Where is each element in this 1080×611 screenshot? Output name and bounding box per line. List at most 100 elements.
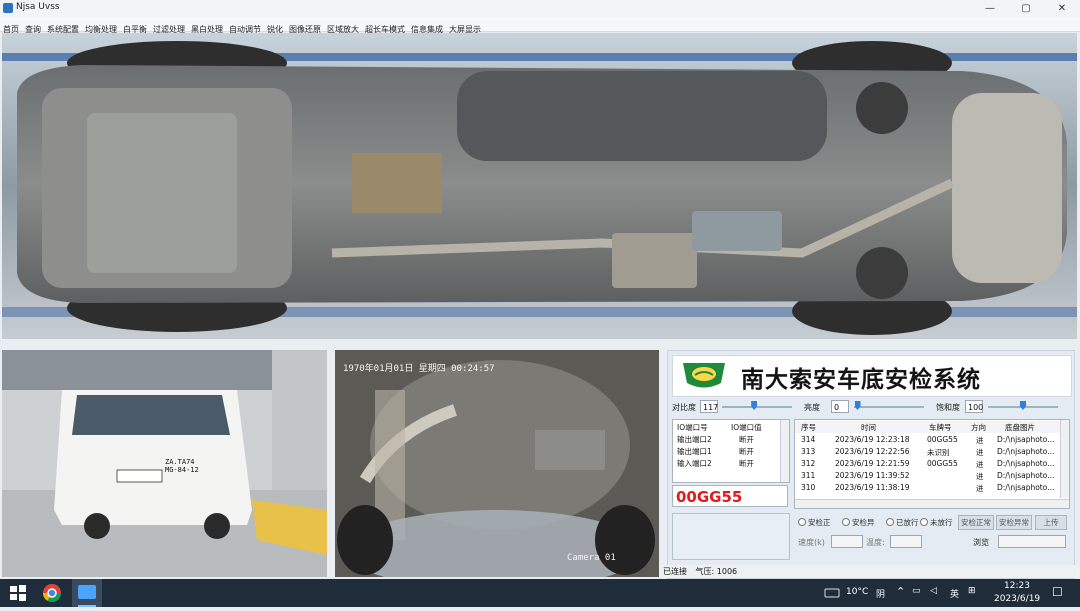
io-row[interactable]: 输出端口2 断开 <box>673 433 789 445</box>
table-row[interactable]: 314 2023/6/19 12:23:18 00GG55 进 D:/\njsa… <box>795 434 1069 446</box>
cell-index: 310 <box>801 483 816 492</box>
records-scrollbar-v[interactable] <box>1060 420 1069 498</box>
cell-index: 312 <box>801 459 816 468</box>
weather-desc: 阴 <box>876 590 886 600</box>
io-header-port: IO端口号 <box>677 423 708 432</box>
radio-not-released[interactable]: 未放行 <box>920 517 953 528</box>
io-value: 断开 <box>739 447 754 456</box>
plate-image-box <box>672 513 790 560</box>
window-title: Njsa Uvss <box>16 2 60 12</box>
table-row[interactable]: 311 2023/6/19 11:39:52 进 D:/\njsaphoto..… <box>795 470 1069 482</box>
records-table: 序号 时间 车牌号 方向 底盘图片 314 2023/6/19 12:23:18… <box>794 419 1070 509</box>
cell-direction: 进 <box>976 460 984 469</box>
cell-image: D:/\njsaphoto... <box>997 459 1055 468</box>
contrast-label: 对比度 <box>672 403 696 412</box>
io-table: IO端口号 IO端口值 输出端口2 断开 输出端口1 断开 输入端口2 断开 <box>672 419 790 483</box>
cell-image: D:/\njsaphoto... <box>997 447 1055 456</box>
camera-label: Camera 01 <box>567 553 616 563</box>
cell-time: 2023/6/19 12:22:56 <box>835 447 910 456</box>
brightness-slider-thumb[interactable] <box>854 401 861 410</box>
brightness-slider[interactable] <box>854 406 924 408</box>
camera-timestamp: 1970年01月01日 星期四 00:24:57 <box>343 364 495 374</box>
upload-button[interactable]: 上传 <box>1035 515 1067 530</box>
connection-status: 已连接 <box>663 567 687 576</box>
records-header-image: 底盘图片 <box>1005 423 1035 432</box>
undercarriage-camera-drawing <box>335 350 659 577</box>
clock-date[interactable]: 2023/6/19 <box>994 594 1040 604</box>
notification-icon[interactable]: ☐ <box>1052 585 1063 599</box>
brightness-input[interactable]: 0 <box>831 400 849 413</box>
io-row[interactable]: 输入端口2 断开 <box>673 457 789 469</box>
table-row[interactable]: 312 2023/6/19 12:21:59 00GG55 进 D:/\njsa… <box>795 458 1069 470</box>
browse-button[interactable]: 浏览 <box>973 537 989 548</box>
cell-plate: 00GG55 <box>927 435 958 444</box>
cell-index: 313 <box>801 447 816 456</box>
close-button[interactable]: ✕ <box>1044 0 1080 17</box>
system-title: 南大索安车底安检系统 <box>741 366 981 393</box>
active-app-tab[interactable] <box>72 579 102 607</box>
contrast-input[interactable]: 117 <box>700 400 718 413</box>
io-table-scrollbar[interactable] <box>780 420 789 482</box>
table-row[interactable]: 313 2023/6/19 12:22:56 未识别 进 D:/\njsapho… <box>795 446 1069 458</box>
cell-time: 2023/6/19 11:38:19 <box>835 483 910 492</box>
undercarriage-camera-view[interactable]: 1970年01月01日 星期四 00:24:57 Camera 01 <box>335 350 659 577</box>
windows-start-icon[interactable] <box>8 583 28 603</box>
records-header-index: 序号 <box>801 423 816 432</box>
vehicle-plate-text: ZA.TA74 MG-84-12 <box>165 458 199 474</box>
radio-check-normal[interactable]: 安检正 <box>798 517 831 528</box>
chrome-icon[interactable] <box>42 583 62 603</box>
records-header: 序号 时间 车牌号 方向 底盘图片 <box>795 421 1069 433</box>
tray-chevron-icon[interactable]: ⌃ <box>896 585 905 598</box>
cell-plate: 未识别 <box>927 448 950 457</box>
io-header-value: IO端口值 <box>731 423 762 432</box>
records-header-plate: 车牌号 <box>929 423 952 432</box>
front-camera-view[interactable]: ZA.TA74 MG-84-12 <box>2 350 327 577</box>
cell-image: D:/\njsaphoto... <box>997 471 1055 480</box>
pressure-status: 气压: 1006 <box>695 567 738 576</box>
ime-mode-icon[interactable]: ⊞ <box>968 586 976 596</box>
volume-icon[interactable]: ◁ <box>930 586 937 596</box>
cell-time: 2023/6/19 11:39:52 <box>835 471 910 480</box>
input-method[interactable]: 英 <box>950 587 959 600</box>
records-scrollbar-h[interactable] <box>795 499 1069 508</box>
io-port: 输入端口2 <box>677 459 712 468</box>
radio-released[interactable]: 已放行 <box>886 517 919 528</box>
cell-direction: 进 <box>976 472 984 481</box>
radio-check-abnormal[interactable]: 安检异 <box>842 517 875 528</box>
plate-number-display: 00GG55 <box>672 485 788 507</box>
control-panel: 南大索安车底安检系统 对比度 117 亮度 0 饱和度 100 IO端口号 IO… <box>667 350 1075 579</box>
minimize-button[interactable]: — <box>972 0 1008 17</box>
cell-image: D:/\njsaphoto... <box>997 435 1055 444</box>
maximize-button[interactable]: ▢ <box>1008 0 1044 17</box>
check-normal-button[interactable]: 安检正常 <box>958 515 994 530</box>
cell-image: D:/\njsaphoto... <box>997 483 1055 492</box>
brightness-label: 亮度 <box>804 403 820 412</box>
table-row[interactable]: 310 2023/6/19 11:38:19 进 D:/\njsaphoto..… <box>795 482 1069 494</box>
temperature-input[interactable] <box>890 535 922 548</box>
io-port: 输出端口1 <box>677 447 712 456</box>
saturation-input[interactable]: 100 <box>965 400 983 413</box>
cell-time: 2023/6/19 12:21:59 <box>835 459 910 468</box>
check-abnormal-button[interactable]: 安检异常 <box>996 515 1032 530</box>
app-icon <box>3 3 13 13</box>
saturation-label: 饱和度 <box>936 403 960 412</box>
path-input[interactable] <box>998 535 1066 548</box>
io-row[interactable]: 输出端口1 断开 <box>673 445 789 457</box>
saturation-slider-thumb[interactable] <box>1020 401 1026 410</box>
weather-temp[interactable]: 10°C <box>846 587 868 597</box>
speed-input[interactable] <box>831 535 863 548</box>
taskbar: 10°C 阴 ⌃ ▭ ◁ 英 ⊞ 12:23 2023/6/19 ☐ <box>0 579 1080 607</box>
io-table-header: IO端口号 IO端口值 <box>673 421 789 433</box>
undercarriage-image[interactable] <box>2 33 1077 339</box>
speed-label: 速度(k) <box>798 538 825 547</box>
app-taskbar-icon <box>78 585 96 607</box>
system-banner: 南大索安车底安检系统 <box>672 355 1072 397</box>
undercarriage-drawing <box>2 33 1077 339</box>
network-icon[interactable]: ▭ <box>912 586 921 596</box>
weather-icon <box>824 588 840 598</box>
clock-time[interactable]: 12:23 <box>1004 581 1030 591</box>
cell-direction: 进 <box>976 436 984 445</box>
contrast-slider-thumb[interactable] <box>751 401 758 410</box>
menu-bar: 首页 查询 系统配置 均衡处理 白平衡 过滤处理 黑白处理 自动调节 锐化 图像还原 区域放大 超长车… <box>0 17 1080 34</box>
io-value: 断开 <box>739 459 754 468</box>
